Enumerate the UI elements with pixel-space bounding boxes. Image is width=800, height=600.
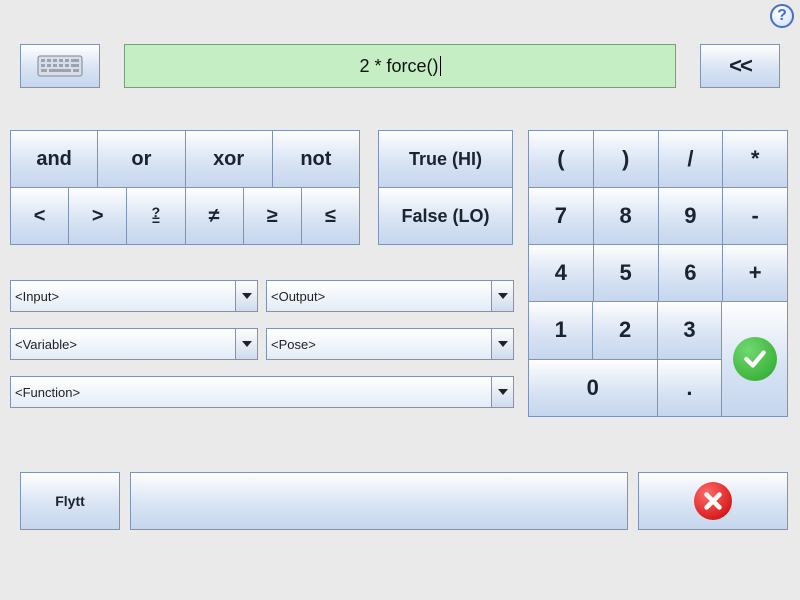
or-button[interactable]: or — [98, 130, 185, 188]
check-icon — [733, 337, 777, 381]
help-icon[interactable]: ? — [770, 4, 794, 28]
dropdown-label: <Function> — [15, 385, 80, 400]
numpad: ( ) / * 7 8 9 - 4 5 6 + 1 2 3 0 . — [528, 130, 788, 417]
dropdown-label: <Input> — [15, 289, 59, 304]
gt-button[interactable]: > — [69, 187, 127, 245]
dropdown-label: <Pose> — [271, 337, 316, 352]
lparen-button[interactable]: ( — [528, 130, 594, 188]
caret — [440, 56, 441, 76]
expression-field[interactable]: 2 * force() — [124, 44, 676, 88]
minus-button[interactable]: - — [723, 187, 788, 245]
plus-button[interactable]: + — [723, 244, 788, 302]
num-1-button[interactable]: 1 — [528, 301, 593, 360]
num-3-button[interactable]: 3 — [658, 301, 722, 360]
chevron-down-icon — [491, 377, 513, 407]
num-6-button[interactable]: 6 — [659, 244, 724, 302]
not-button[interactable]: not — [273, 130, 360, 188]
flytt-button[interactable]: Flytt — [20, 472, 120, 530]
num-9-button[interactable]: 9 — [659, 187, 724, 245]
dot-button[interactable]: . — [658, 359, 723, 418]
true-button[interactable]: True (HI) — [378, 130, 513, 188]
dropdown-label: <Output> — [271, 289, 325, 304]
question-equal-button[interactable]: ?= — [127, 187, 185, 245]
rparen-button[interactable]: ) — [594, 130, 659, 188]
and-button[interactable]: and — [10, 130, 98, 188]
num-5-button[interactable]: 5 — [594, 244, 659, 302]
num-7-button[interactable]: 7 — [528, 187, 594, 245]
false-button[interactable]: False (LO) — [378, 187, 513, 245]
pose-dropdown[interactable]: <Pose> — [266, 328, 514, 360]
dropdown-label: <Variable> — [15, 337, 77, 352]
close-icon — [694, 482, 732, 520]
xor-button[interactable]: xor — [186, 130, 273, 188]
ok-button[interactable] — [722, 301, 788, 417]
backspace-button[interactable]: << — [700, 44, 780, 88]
chevron-down-icon — [491, 281, 513, 311]
divide-button[interactable]: / — [659, 130, 724, 188]
num-8-button[interactable]: 8 — [594, 187, 659, 245]
num-0-button[interactable]: 0 — [528, 359, 658, 418]
keyboard-icon — [37, 55, 83, 77]
num-4-button[interactable]: 4 — [528, 244, 594, 302]
le-button[interactable]: ≤ — [302, 187, 360, 245]
ge-button[interactable]: ≥ — [244, 187, 302, 245]
function-dropdown[interactable]: <Function> — [10, 376, 514, 408]
ne-button[interactable]: ≠ — [186, 187, 244, 245]
input-dropdown[interactable]: <Input> — [10, 280, 258, 312]
multiply-button[interactable]: * — [723, 130, 788, 188]
chevron-down-icon — [235, 329, 257, 359]
chevron-down-icon — [491, 329, 513, 359]
lt-button[interactable]: < — [10, 187, 69, 245]
chevron-down-icon — [235, 281, 257, 311]
output-dropdown[interactable]: <Output> — [266, 280, 514, 312]
cancel-button[interactable] — [638, 472, 788, 530]
keyboard-button[interactable] — [20, 44, 100, 88]
num-2-button[interactable]: 2 — [593, 301, 657, 360]
variable-dropdown[interactable]: <Variable> — [10, 328, 258, 360]
expression-text: 2 * force() — [359, 56, 438, 77]
status-area — [130, 472, 628, 530]
